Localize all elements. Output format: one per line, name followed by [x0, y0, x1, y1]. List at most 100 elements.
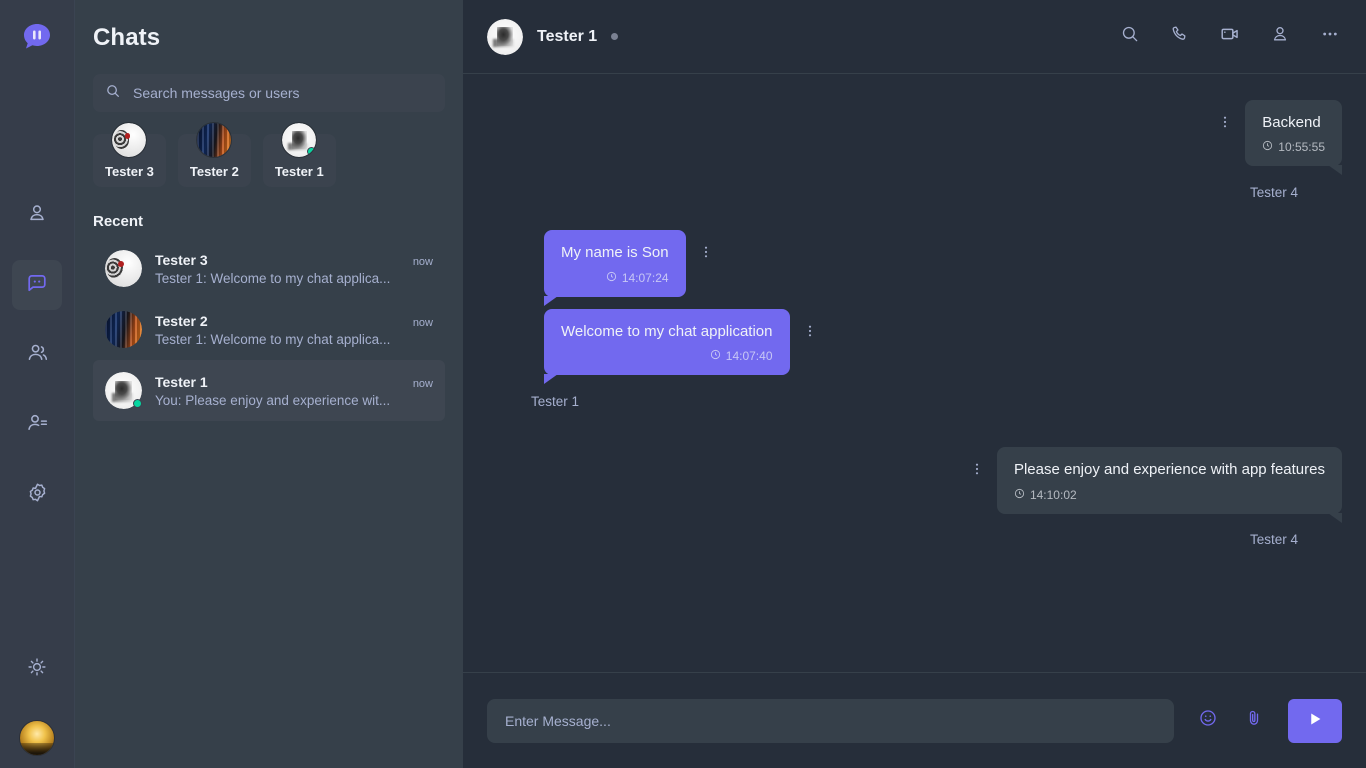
story-card-tester-2[interactable]: Tester 2 — [177, 122, 251, 187]
message-footer: Tester 4 — [1217, 176, 1342, 208]
message-input[interactable] — [487, 698, 1174, 743]
message-list: Backend 10:55:55 Tester 4 My name is Son… — [463, 74, 1366, 672]
message-text: My name is Son — [561, 244, 669, 262]
ellipsis-horizontal-icon — [1320, 24, 1340, 49]
story-name: Tester 3 — [105, 164, 154, 179]
message-options-button[interactable] — [802, 309, 818, 339]
chat-search-button[interactable] — [1118, 25, 1142, 49]
list-item-name: Tester 2 — [155, 312, 208, 329]
list-item-preview: You: Please enjoy and experience wit... — [155, 392, 391, 408]
user-icon — [1270, 24, 1290, 49]
message-time: 14:07:24 — [561, 270, 669, 286]
search-input[interactable] — [133, 85, 433, 101]
list-item-time: now — [412, 255, 433, 268]
sidebar-item-settings[interactable] — [12, 470, 62, 520]
list-item[interactable]: Tester 2 now Tester 1: Welcome to my cha… — [93, 299, 445, 360]
message-row: My name is Son 14:07:24 — [544, 230, 1342, 307]
rail-nav-list — [12, 190, 62, 520]
avatar — [105, 250, 142, 287]
paperclip-icon — [1244, 708, 1264, 733]
message-timestamp: 14:07:24 — [621, 270, 669, 285]
message-bubble: Please enjoy and experience with app fea… — [996, 447, 1343, 524]
search-box[interactable] — [93, 74, 445, 112]
video-call-button[interactable] — [1218, 25, 1242, 49]
bubble-row: Please enjoy and experience with app fea… — [969, 447, 1343, 524]
chat-pane: Tester 1 Backend 10:55:55 Tester 4 My na… — [463, 0, 1366, 768]
message-row: Welcome to my chat application 14:07:40 — [531, 308, 1342, 417]
story-name: Tester 1 — [274, 164, 324, 179]
message-footer: Tester 1 — [487, 385, 818, 417]
online-status-dot — [133, 399, 142, 408]
message-timestamp: 10:55:55 — [1278, 140, 1325, 155]
message-bubble: My name is Son 14:07:24 — [544, 230, 686, 307]
message-text: Please enjoy and experience with app fea… — [1013, 461, 1325, 479]
user-icon — [26, 202, 48, 229]
chat-peer-name: Tester 1 — [537, 27, 598, 45]
message-text: Backend — [1262, 114, 1321, 131]
message-block: Please enjoy and experience with app fea… — [969, 447, 1343, 555]
message-time: 14:07:40 — [561, 348, 773, 364]
video-camera-icon — [1219, 23, 1241, 50]
search-container — [75, 74, 463, 112]
chat-application: Chats Tester 3 Tester 2 — [0, 0, 1366, 768]
left-nav-rail — [0, 0, 75, 768]
voice-call-button[interactable] — [1168, 25, 1192, 49]
clock-icon — [1014, 487, 1025, 503]
clock-icon — [1262, 139, 1273, 155]
message-row: Please enjoy and experience with app fea… — [487, 447, 1343, 555]
message-options-button[interactable] — [1217, 100, 1233, 130]
message-timestamp: 14:07:40 — [725, 349, 773, 364]
list-item-content: Tester 2 now Tester 1: Welcome to my cha… — [155, 313, 433, 347]
online-status-dot — [307, 147, 317, 156]
contact-info-button[interactable] — [1268, 25, 1292, 49]
message-sender: Tester 1 — [531, 393, 580, 409]
list-item-active[interactable]: Tester 1 now You: Please enjoy and exper… — [93, 360, 445, 421]
list-item-content: Tester 1 now You: Please enjoy and exper… — [155, 374, 433, 408]
recent-chat-list: Tester 3 now Tester 1: Welcome to my cha… — [75, 238, 463, 421]
story-card-tester-3[interactable]: Tester 3 — [93, 122, 166, 187]
page-title: Chats — [93, 24, 161, 51]
message-options-button[interactable] — [969, 447, 985, 477]
attach-button[interactable] — [1242, 709, 1266, 733]
chat-bubble-icon — [25, 271, 49, 300]
status-badge — [610, 32, 618, 40]
message-options-button[interactable] — [698, 230, 714, 260]
bubble-row: My name is Son 14:07:24 — [544, 230, 714, 307]
story-card-tester-1[interactable]: Tester 1 — [262, 122, 336, 187]
theme-toggle-button[interactable] — [12, 644, 62, 694]
list-item-time: now — [412, 316, 433, 329]
message-row: Backend 10:55:55 Tester 4 — [487, 100, 1342, 208]
avatar — [105, 372, 142, 409]
message-time: 10:55:55 — [1262, 139, 1325, 155]
rail-bottom-group — [12, 644, 62, 756]
message-block: My name is Son 14:07:24 — [544, 230, 714, 307]
sun-icon — [26, 656, 48, 683]
avatar — [487, 385, 519, 417]
gear-icon — [26, 481, 49, 509]
emoji-button[interactable] — [1196, 709, 1220, 733]
chats-sidebar: Chats Tester 3 Tester 2 — [75, 0, 463, 768]
search-icon — [105, 83, 121, 104]
app-logo-icon[interactable] — [18, 18, 56, 56]
emoji-smiley-icon — [1198, 708, 1218, 733]
phone-icon — [1170, 24, 1190, 49]
more-options-button[interactable] — [1318, 25, 1342, 49]
list-item-name: Tester 1 — [155, 373, 208, 390]
sidebar-item-groups[interactable] — [12, 330, 62, 380]
send-play-icon — [1306, 710, 1324, 731]
avatar — [281, 122, 318, 158]
chat-peer-info[interactable]: Tester 1 — [487, 18, 1118, 55]
sidebar-item-profile[interactable] — [12, 190, 62, 240]
list-item[interactable]: Tester 3 now Tester 1: Welcome to my cha… — [93, 238, 445, 299]
message-sender: Tester 4 — [1249, 532, 1298, 548]
avatar — [196, 122, 233, 158]
send-button[interactable] — [1288, 698, 1342, 743]
search-icon — [1120, 24, 1140, 49]
message-composer — [463, 672, 1366, 768]
sidebar-item-contacts[interactable] — [12, 400, 62, 450]
message-block: Backend 10:55:55 Tester 4 — [1217, 100, 1342, 208]
current-user-avatar[interactable] — [19, 720, 55, 756]
sidebar-item-chats[interactable] — [12, 260, 62, 310]
message-bubble: Backend 10:55:55 — [1245, 100, 1342, 176]
message-timestamp: 14:10:02 — [1029, 487, 1077, 502]
